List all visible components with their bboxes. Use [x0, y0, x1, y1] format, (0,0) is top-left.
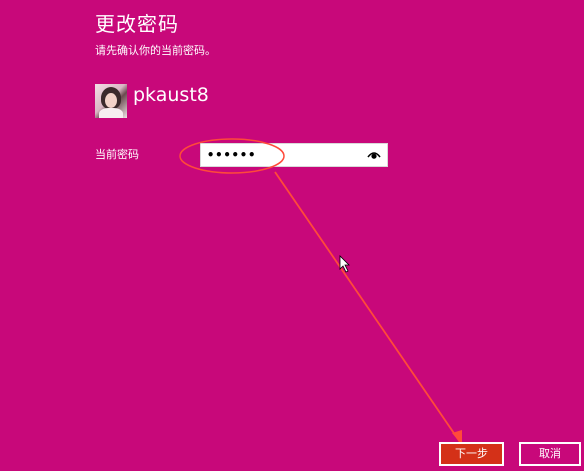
change-password-page: { "page": { "title": "更改密码", "subtitle":… — [0, 0, 584, 471]
user-info: pkaust8 — [95, 84, 209, 118]
annotation-arrow — [274, 171, 461, 443]
page-title: 更改密码 — [95, 12, 179, 36]
cancel-button[interactable]: 取消 — [519, 442, 581, 466]
current-password-field[interactable] — [200, 143, 388, 167]
mouse-pointer-icon — [339, 255, 350, 273]
next-button[interactable]: 下一步 — [439, 442, 504, 466]
annotation-overlay — [179, 138, 462, 445]
username: pkaust8 — [133, 84, 209, 106]
current-password-label: 当前密码 — [95, 148, 139, 161]
page-subtitle: 请先确认你的当前密码。 — [95, 44, 216, 57]
eye-icon[interactable] — [363, 145, 385, 165]
current-password-input[interactable] — [201, 144, 361, 166]
avatar — [95, 84, 127, 118]
